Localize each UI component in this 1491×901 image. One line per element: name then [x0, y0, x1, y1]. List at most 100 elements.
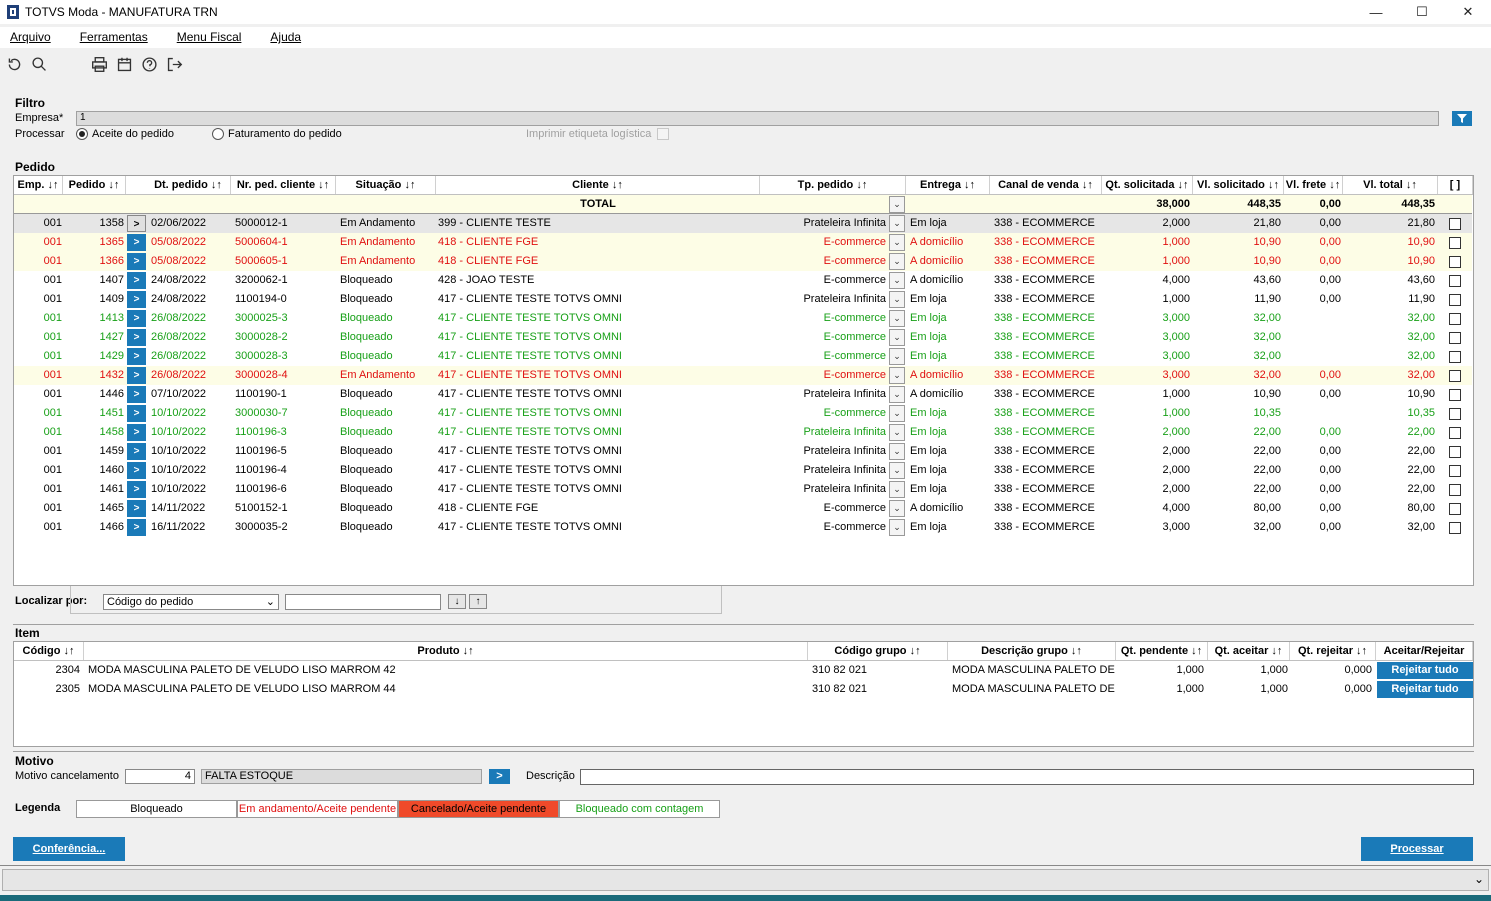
pedido-col-header[interactable]: [ ]: [1438, 176, 1473, 194]
chevron-down-icon[interactable]: ⌄: [889, 253, 905, 270]
chevron-down-icon[interactable]: ⌄: [889, 424, 905, 441]
menu-ferramentas[interactable]: Ferramentas: [70, 27, 158, 47]
open-order-button[interactable]: >: [127, 386, 146, 403]
descricao-input[interactable]: [580, 769, 1474, 785]
imprimir-checkbox[interactable]: [657, 128, 669, 140]
motivo-code-input[interactable]: 4: [125, 769, 195, 784]
table-row[interactable]: 001 1358 02/06/2022 5000012-1 Em Andamento 39…: [14, 214, 1472, 233]
table-row[interactable]: 001 1458 10/10/2022 1100196-3 Bloqueado 417 -…: [14, 423, 1472, 442]
calendar-icon[interactable]: [113, 53, 135, 75]
pedido-col-header[interactable]: Canal de venda ↓↑: [990, 176, 1102, 194]
open-order-button[interactable]: >: [127, 519, 146, 536]
pedido-col-header[interactable]: Entrega ↓↑: [906, 176, 990, 194]
rejeitar-tudo-button[interactable]: Rejeitar tudo: [1377, 662, 1473, 679]
chevron-down-icon[interactable]: ⌄: [889, 196, 905, 213]
menu-arquivo[interactable]: Arquivo: [0, 27, 61, 47]
item-col-header[interactable]: Descrição grupo ↓↑: [948, 642, 1116, 660]
radio-faturamento[interactable]: Faturamento do pedido: [212, 128, 342, 140]
open-order-button[interactable]: >: [127, 234, 146, 251]
row-checkbox[interactable]: [1449, 275, 1461, 287]
help-icon[interactable]: [138, 53, 160, 75]
item-col-header[interactable]: Qt. pendente ↓↑: [1116, 642, 1208, 660]
chevron-down-icon[interactable]: ⌄: [889, 291, 905, 308]
row-checkbox[interactable]: [1449, 351, 1461, 363]
chevron-down-icon[interactable]: ⌄: [889, 348, 905, 365]
item-col-header[interactable]: Produto ↓↑: [84, 642, 808, 660]
row-checkbox[interactable]: [1449, 332, 1461, 344]
print-icon[interactable]: [88, 53, 110, 75]
open-order-button[interactable]: >: [127, 367, 146, 384]
chevron-down-icon[interactable]: ⌄: [889, 405, 905, 422]
table-row[interactable]: 001 1446 07/10/2022 1100190-1 Bloqueado 417 -…: [14, 385, 1472, 404]
conferencia-button[interactable]: Conferência...: [13, 837, 125, 861]
row-checkbox[interactable]: [1449, 408, 1461, 420]
search-up-button[interactable]: ↑: [469, 594, 487, 609]
pedido-col-header[interactable]: Nr. ped. cliente ↓↑: [231, 176, 336, 194]
table-row[interactable]: 001 1366 05/08/2022 5000605-1 Em Andamento 41…: [14, 252, 1472, 271]
table-row[interactable]: 001 1409 24/08/2022 1100194-0 Bloqueado 417 -…: [14, 290, 1472, 309]
chevron-down-icon[interactable]: ⌄: [889, 310, 905, 327]
table-row[interactable]: 001 1451 10/10/2022 3000030-7 Bloqueado 417 -…: [14, 404, 1472, 423]
row-checkbox[interactable]: [1449, 465, 1461, 477]
table-row[interactable]: 001 1461 10/10/2022 1100196-6 Bloqueado 417 -…: [14, 480, 1472, 499]
exit-icon[interactable]: [163, 53, 185, 75]
row-checkbox[interactable]: [1449, 389, 1461, 401]
chevron-down-icon[interactable]: ⌄: [889, 443, 905, 460]
item-col-header[interactable]: Qt. rejeitar ↓↑: [1290, 642, 1376, 660]
table-row[interactable]: 001 1459 10/10/2022 1100196-5 Bloqueado 417 -…: [14, 442, 1472, 461]
chevron-down-icon[interactable]: ⌄: [889, 500, 905, 517]
row-checkbox[interactable]: [1449, 370, 1461, 382]
motivo-go-button[interactable]: >: [489, 769, 510, 784]
row-checkbox[interactable]: [1449, 313, 1461, 325]
table-row[interactable]: 001 1429 26/08/2022 3000028-3 Bloqueado 417 -…: [14, 347, 1472, 366]
pedido-col-header[interactable]: Vl. frete ↓↑: [1284, 176, 1343, 194]
chevron-down-icon[interactable]: ⌄: [889, 367, 905, 384]
chevron-down-icon[interactable]: ⌄: [1474, 872, 1484, 886]
open-order-button[interactable]: >: [127, 405, 146, 422]
open-order-button[interactable]: >: [127, 424, 146, 441]
table-row[interactable]: 001 1407 24/08/2022 3200062-1 Bloqueado 428 -…: [14, 271, 1472, 290]
refresh-icon[interactable]: [3, 53, 25, 75]
open-order-button[interactable]: >: [127, 329, 146, 346]
pedido-col-header[interactable]: Tp. pedido ↓↑: [760, 176, 906, 194]
menu-ajuda[interactable]: Ajuda: [260, 27, 311, 47]
item-row[interactable]: 2305 MODA MASCULINA PALETO DE VELUDO LISO…: [14, 680, 1473, 699]
pedido-col-header[interactable]: Situação ↓↑: [336, 176, 436, 194]
close-button[interactable]: ✕: [1445, 0, 1491, 24]
open-order-button[interactable]: >: [127, 291, 146, 308]
item-col-header[interactable]: Aceitar/Rejeitar: [1376, 642, 1473, 660]
pedido-col-header[interactable]: Cliente ↓↑: [436, 176, 760, 194]
table-row[interactable]: 001 1432 26/08/2022 3000028-4 Em Andamento 41…: [14, 366, 1472, 385]
row-checkbox[interactable]: [1449, 484, 1461, 496]
item-col-header[interactable]: Qt. aceitar ↓↑: [1208, 642, 1290, 660]
row-checkbox[interactable]: [1449, 427, 1461, 439]
table-row[interactable]: 001 1465 14/11/2022 5100152-1 Bloqueado 418 -…: [14, 499, 1472, 518]
pedido-col-header[interactable]: Vl. total ↓↑: [1343, 176, 1438, 194]
pedido-col-header[interactable]: Pedido ↓↑: [63, 176, 126, 194]
minimize-button[interactable]: —: [1353, 0, 1399, 24]
chevron-down-icon[interactable]: ⌄: [889, 215, 905, 232]
row-checkbox[interactable]: [1449, 218, 1461, 230]
chevron-down-icon[interactable]: ⌄: [889, 462, 905, 479]
table-row[interactable]: 001 1466 16/11/2022 3000035-2 Bloqueado 417 -…: [14, 518, 1472, 537]
row-checkbox[interactable]: [1449, 503, 1461, 515]
open-order-button[interactable]: >: [127, 443, 146, 460]
maximize-button[interactable]: ☐: [1399, 0, 1445, 24]
rejeitar-tudo-button[interactable]: Rejeitar tudo: [1377, 681, 1473, 698]
pedido-col-header[interactable]: Emp. ↓↑: [14, 176, 63, 194]
chevron-down-icon[interactable]: ⌄: [889, 386, 905, 403]
chevron-down-icon[interactable]: ⌄: [889, 481, 905, 498]
row-checkbox[interactable]: [1449, 522, 1461, 534]
chevron-down-icon[interactable]: ⌄: [889, 234, 905, 251]
table-row[interactable]: 001 1413 26/08/2022 3000025-3 Bloqueado 417 -…: [14, 309, 1472, 328]
chevron-down-icon[interactable]: ⌄: [889, 519, 905, 536]
open-order-button[interactable]: >: [127, 462, 146, 479]
open-order-button[interactable]: >: [127, 215, 146, 232]
localizar-input[interactable]: [285, 594, 441, 610]
pedido-col-header[interactable]: Qt. solicitada ↓↑: [1102, 176, 1193, 194]
empresa-field[interactable]: 1: [76, 111, 1439, 126]
open-order-button[interactable]: >: [127, 310, 146, 327]
open-order-button[interactable]: >: [127, 500, 146, 517]
table-row[interactable]: 001 1460 10/10/2022 1100196-4 Bloqueado 417 -…: [14, 461, 1472, 480]
row-checkbox[interactable]: [1449, 294, 1461, 306]
